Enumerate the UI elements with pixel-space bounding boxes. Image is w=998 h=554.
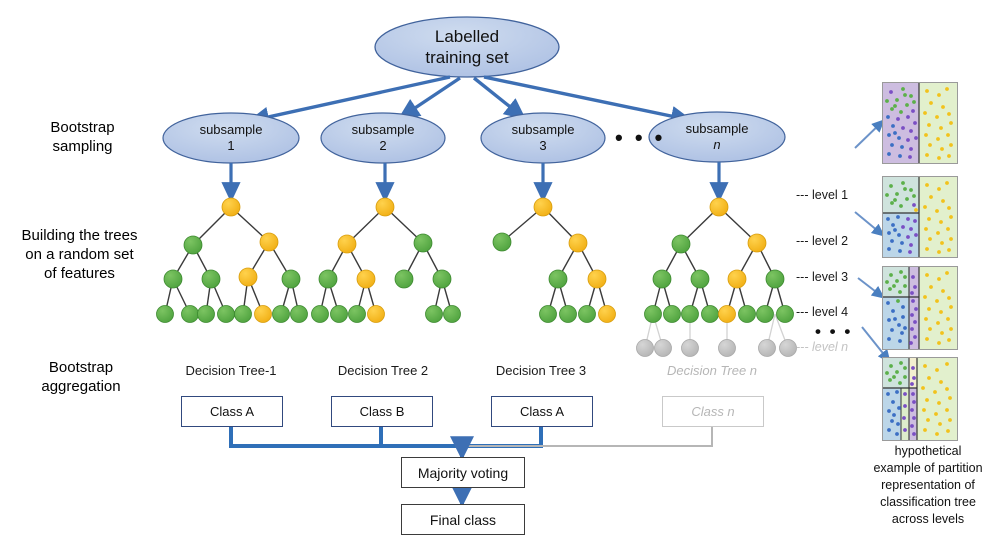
level-n-label: --- level n	[796, 340, 849, 354]
level-2-label: --- level 2	[796, 234, 849, 248]
class-box-tree-2[interactable]: Class B	[331, 396, 433, 427]
building-trees-line1: Building the trees	[21, 227, 138, 244]
caption-line-3: representation of	[881, 478, 975, 492]
decision-tree-3-name: Decision Tree 3	[495, 363, 587, 378]
bootstrap-aggregation-line1: Bootstrap	[48, 359, 114, 376]
subsample-1-label: subsample 1	[163, 116, 299, 160]
subsample-n-label: subsample n	[649, 115, 785, 159]
subsample-3-index: 3	[539, 138, 547, 153]
building-trees-line2: on a random set	[25, 246, 134, 263]
subsample-to-tree-arrows	[221, 162, 729, 203]
partition-panel-3-plot	[883, 267, 957, 349]
class-box-tree-1[interactable]: Class A	[181, 396, 283, 427]
subsample-3-word: subsample	[511, 122, 575, 137]
subsample-2-label: subsample 2	[321, 116, 445, 160]
class-box-tree-3[interactable]: Class A	[491, 396, 593, 427]
caption-line-1: hypothetical	[894, 444, 962, 458]
partition-panel-level-1	[882, 82, 958, 164]
final-class-box[interactable]: Final class	[401, 504, 525, 535]
level-1-label: --- level 1	[796, 188, 849, 202]
subsample-1-word: subsample	[199, 122, 263, 137]
subsample-2-word: subsample	[351, 122, 415, 137]
stage-label-bootstrap-aggregation: Bootstrap aggregation	[6, 358, 156, 396]
subsample-ellipsis: • • •	[615, 125, 666, 150]
caption-line-5: across levels	[891, 512, 965, 526]
class-box-tree-n[interactable]: Class n	[662, 396, 764, 427]
partition-panel-2-plot	[883, 177, 957, 257]
bootstrap-sampling-line1: Bootstrap	[50, 119, 115, 136]
building-trees-line3: of features	[44, 265, 115, 282]
partition-panel-level-2	[882, 176, 958, 258]
majority-voting-box[interactable]: Majority voting	[401, 457, 525, 488]
level-3-label: --- level 3	[796, 270, 849, 284]
decision-tree-n-name: Decision Tree n	[666, 363, 758, 378]
partition-panel-level-3	[882, 266, 958, 350]
level-ellipsis: • • •	[815, 322, 853, 341]
subsample-n-word: subsample	[685, 121, 749, 136]
bootstrap-aggregation-line2: aggregation	[41, 378, 121, 395]
decision-tree-3	[492, 197, 616, 323]
root-label-line2: training set	[425, 48, 509, 67]
decision-tree-2	[311, 197, 461, 323]
caption-line-4: classification tree	[880, 495, 976, 509]
root-to-subsample-arrows	[247, 75, 693, 127]
partition-panel-level-4	[882, 357, 958, 441]
stage-label-building-trees: Building the trees on a random set of fe…	[2, 226, 157, 283]
partition-panels-caption: hypothetical example of partition repres…	[858, 443, 998, 528]
root-label-line1: Labelled	[434, 27, 500, 46]
bootstrap-sampling-line2: sampling	[52, 138, 113, 155]
labelled-training-set-label: Labelled training set	[375, 24, 559, 70]
partition-panel-1-plot	[883, 83, 957, 163]
decision-tree-n	[636, 197, 797, 357]
subsample-2-index: 2	[379, 138, 387, 153]
subsample-n-index: n	[713, 137, 721, 152]
decision-tree-2-name: Decision Tree 2	[337, 363, 429, 378]
subsample-1-index: 1	[227, 138, 235, 153]
partition-panel-4-plot	[883, 358, 957, 440]
decision-tree-1	[156, 197, 308, 323]
decision-tree-1-name: Decision Tree-1	[185, 363, 277, 378]
subsample-3-label: subsample 3	[481, 116, 605, 160]
caption-line-2: example of partition	[873, 461, 983, 475]
level-4-label: --- level 4	[796, 305, 849, 319]
stage-label-bootstrap-sampling: Bootstrap sampling	[10, 118, 155, 156]
